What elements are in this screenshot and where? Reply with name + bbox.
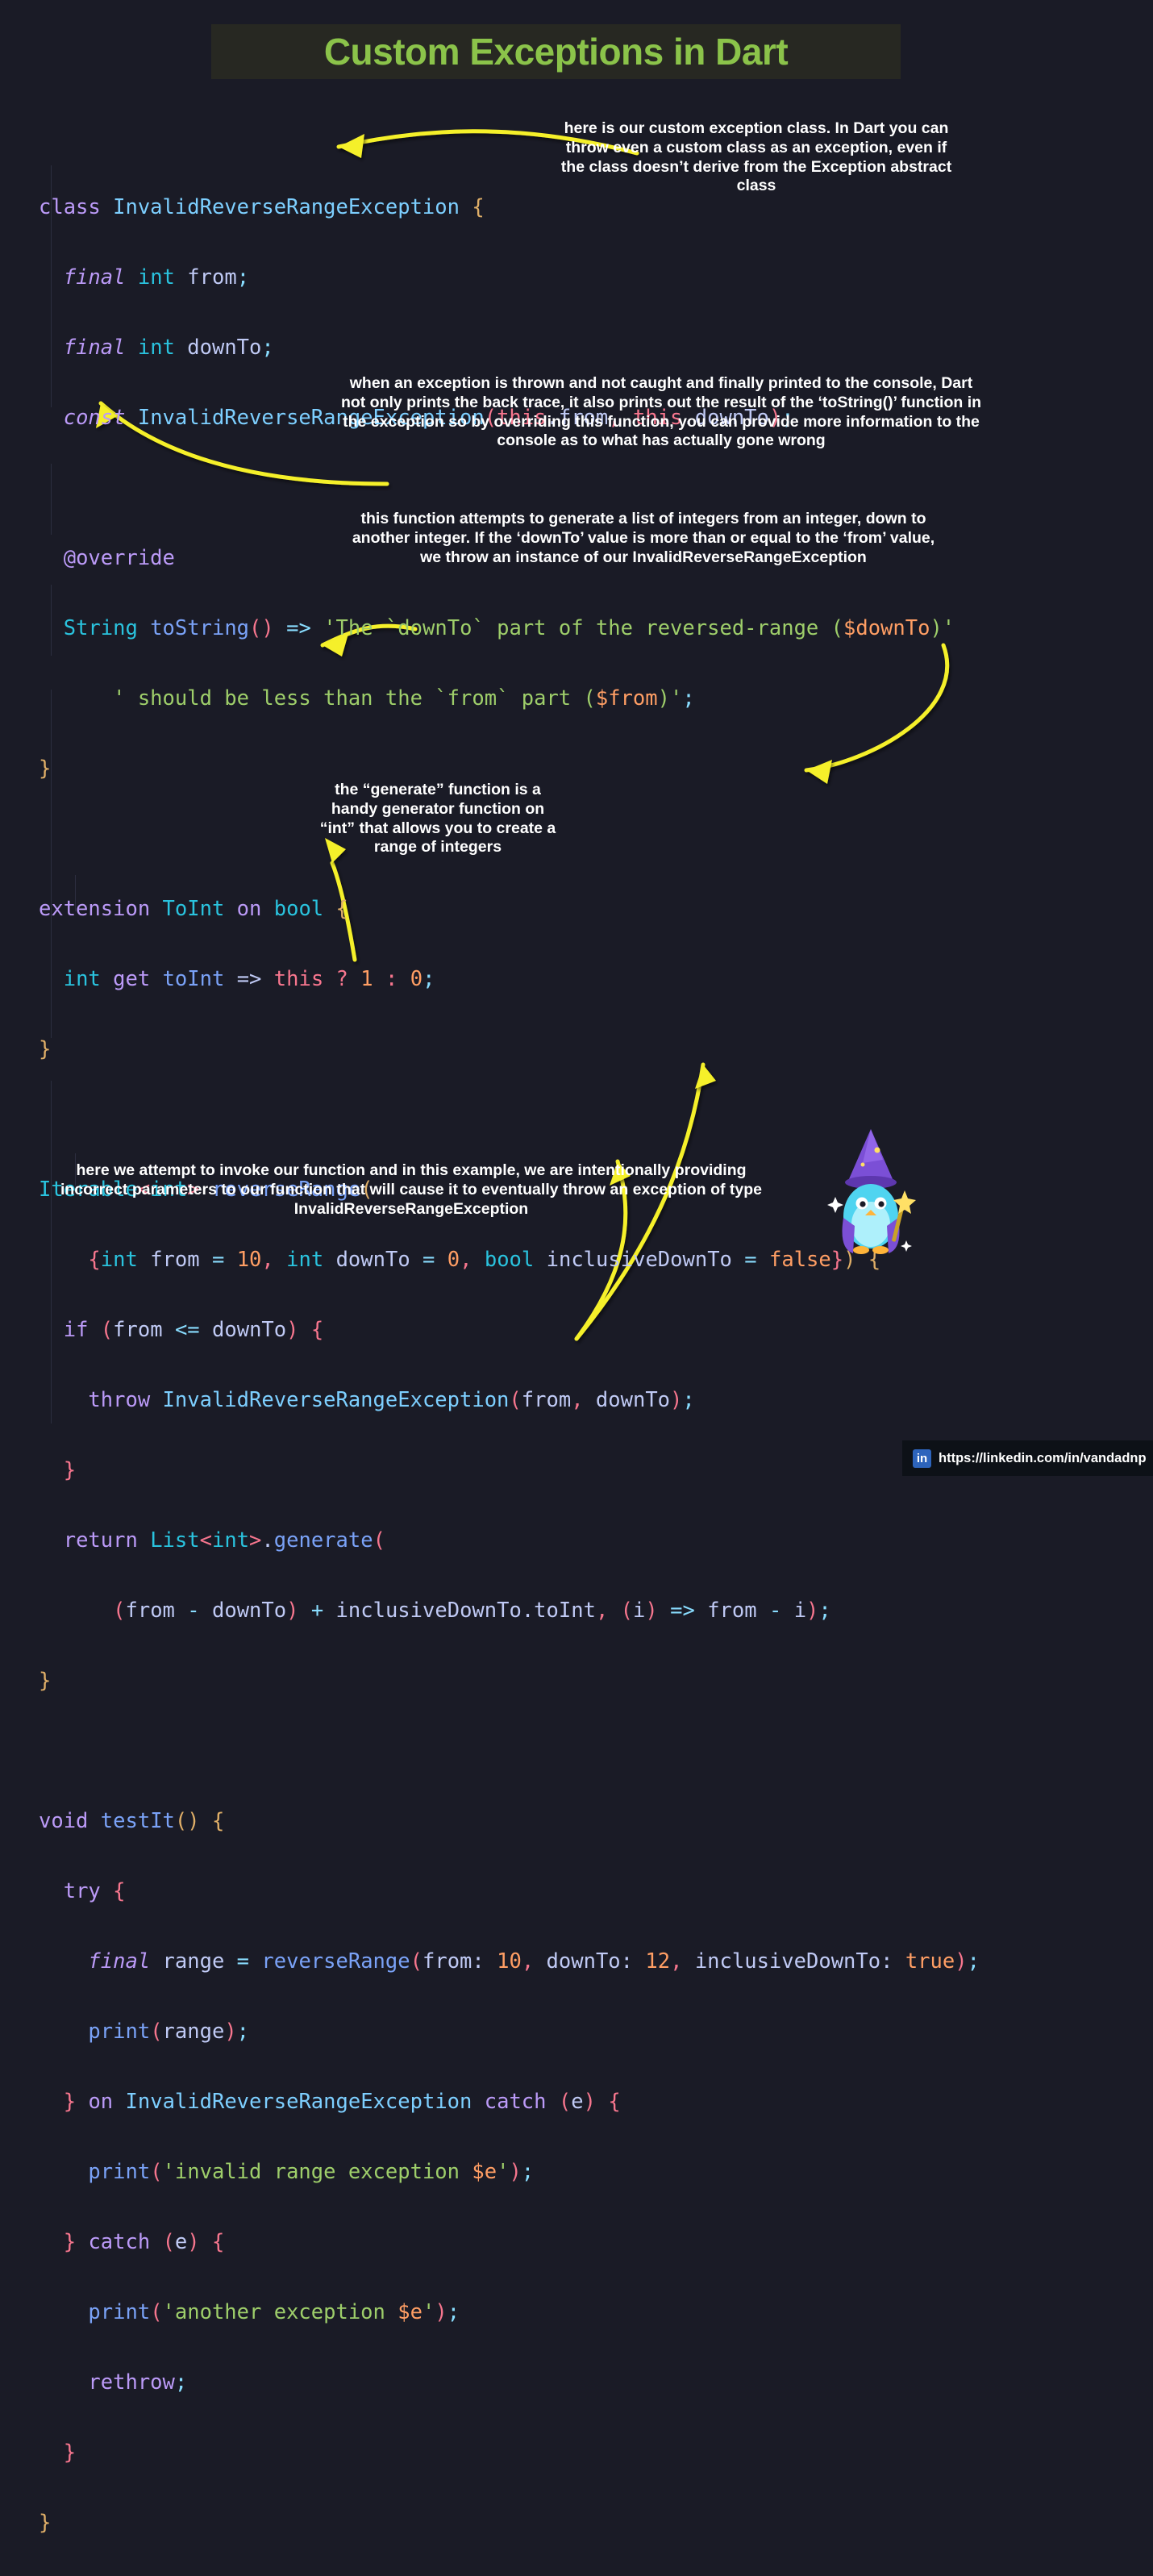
code-line: print(range); <box>88 2019 250 2044</box>
code-line: } <box>39 2510 52 2535</box>
annotation-custom-exception-class: here is our custom exception class. In D… <box>560 119 952 195</box>
linkedin-icon: in <box>913 1448 931 1468</box>
code-line: } <box>63 1457 77 1482</box>
indent-guide <box>51 165 52 407</box>
indent-guide <box>51 585 52 656</box>
code-line: int get toInt => this ? 1 : 0; <box>63 966 435 991</box>
mascot-illustration <box>827 1129 916 1254</box>
code-line: void testIt() { <box>39 1808 225 1833</box>
annotation-generate-function: the “generate” function is a handy gener… <box>319 781 556 857</box>
annotation-invoke-function: here we attempt to invoke our function a… <box>60 1161 763 1218</box>
code-line: if (from <= downTo) { <box>63 1317 324 1342</box>
annotation-reverse-range-function: this function attempts to generate a lis… <box>352 510 935 566</box>
page-title-bar: Custom Exceptions in Dart <box>211 24 901 79</box>
code-line: (from - downTo) + inclusiveDownTo.toInt,… <box>113 1598 831 1623</box>
code-line: final int downTo; <box>63 335 274 360</box>
code-line: rethrow; <box>88 2370 188 2395</box>
code-line: } <box>39 1668 52 1693</box>
footer-link-bar[interactable]: in https://linkedin.com/in/vandadnp <box>902 1440 1153 1476</box>
code-line: return List<int>.generate( <box>63 1528 385 1553</box>
code-line: final int from; <box>63 265 250 290</box>
indent-guide <box>51 464 52 535</box>
annotation-tostring-override: when an exception is thrown and not caug… <box>340 374 982 450</box>
code-line: final range = reverseRange(from: 10, dow… <box>88 1949 980 1974</box>
code-line: extension ToInt on bool { <box>39 896 348 921</box>
code-line: print('another exception $e'); <box>88 2299 460 2324</box>
code-line: ' should be less than the `from` part ($… <box>113 686 695 711</box>
code-line: throw InvalidReverseRangeException(from,… <box>88 1387 695 1412</box>
code-line: try { <box>63 1878 126 1903</box>
linkedin-url[interactable]: https://linkedin.com/in/vandadnp <box>939 1451 1147 1466</box>
indent-guide <box>75 875 76 911</box>
code-line: } <box>63 2440 77 2465</box>
code-line: } on InvalidReverseRangeException catch … <box>63 2089 621 2114</box>
code-line: String toString() => 'The `downTo` part … <box>63 615 955 640</box>
code-line: print('invalid range exception $e'); <box>88 2159 535 2184</box>
page-title: Custom Exceptions in Dart <box>323 31 789 73</box>
indent-guide <box>51 1081 52 1423</box>
code-line: } <box>39 1036 52 1061</box>
code-line: } catch (e) { <box>63 2229 225 2254</box>
indent-guide <box>51 690 52 1038</box>
